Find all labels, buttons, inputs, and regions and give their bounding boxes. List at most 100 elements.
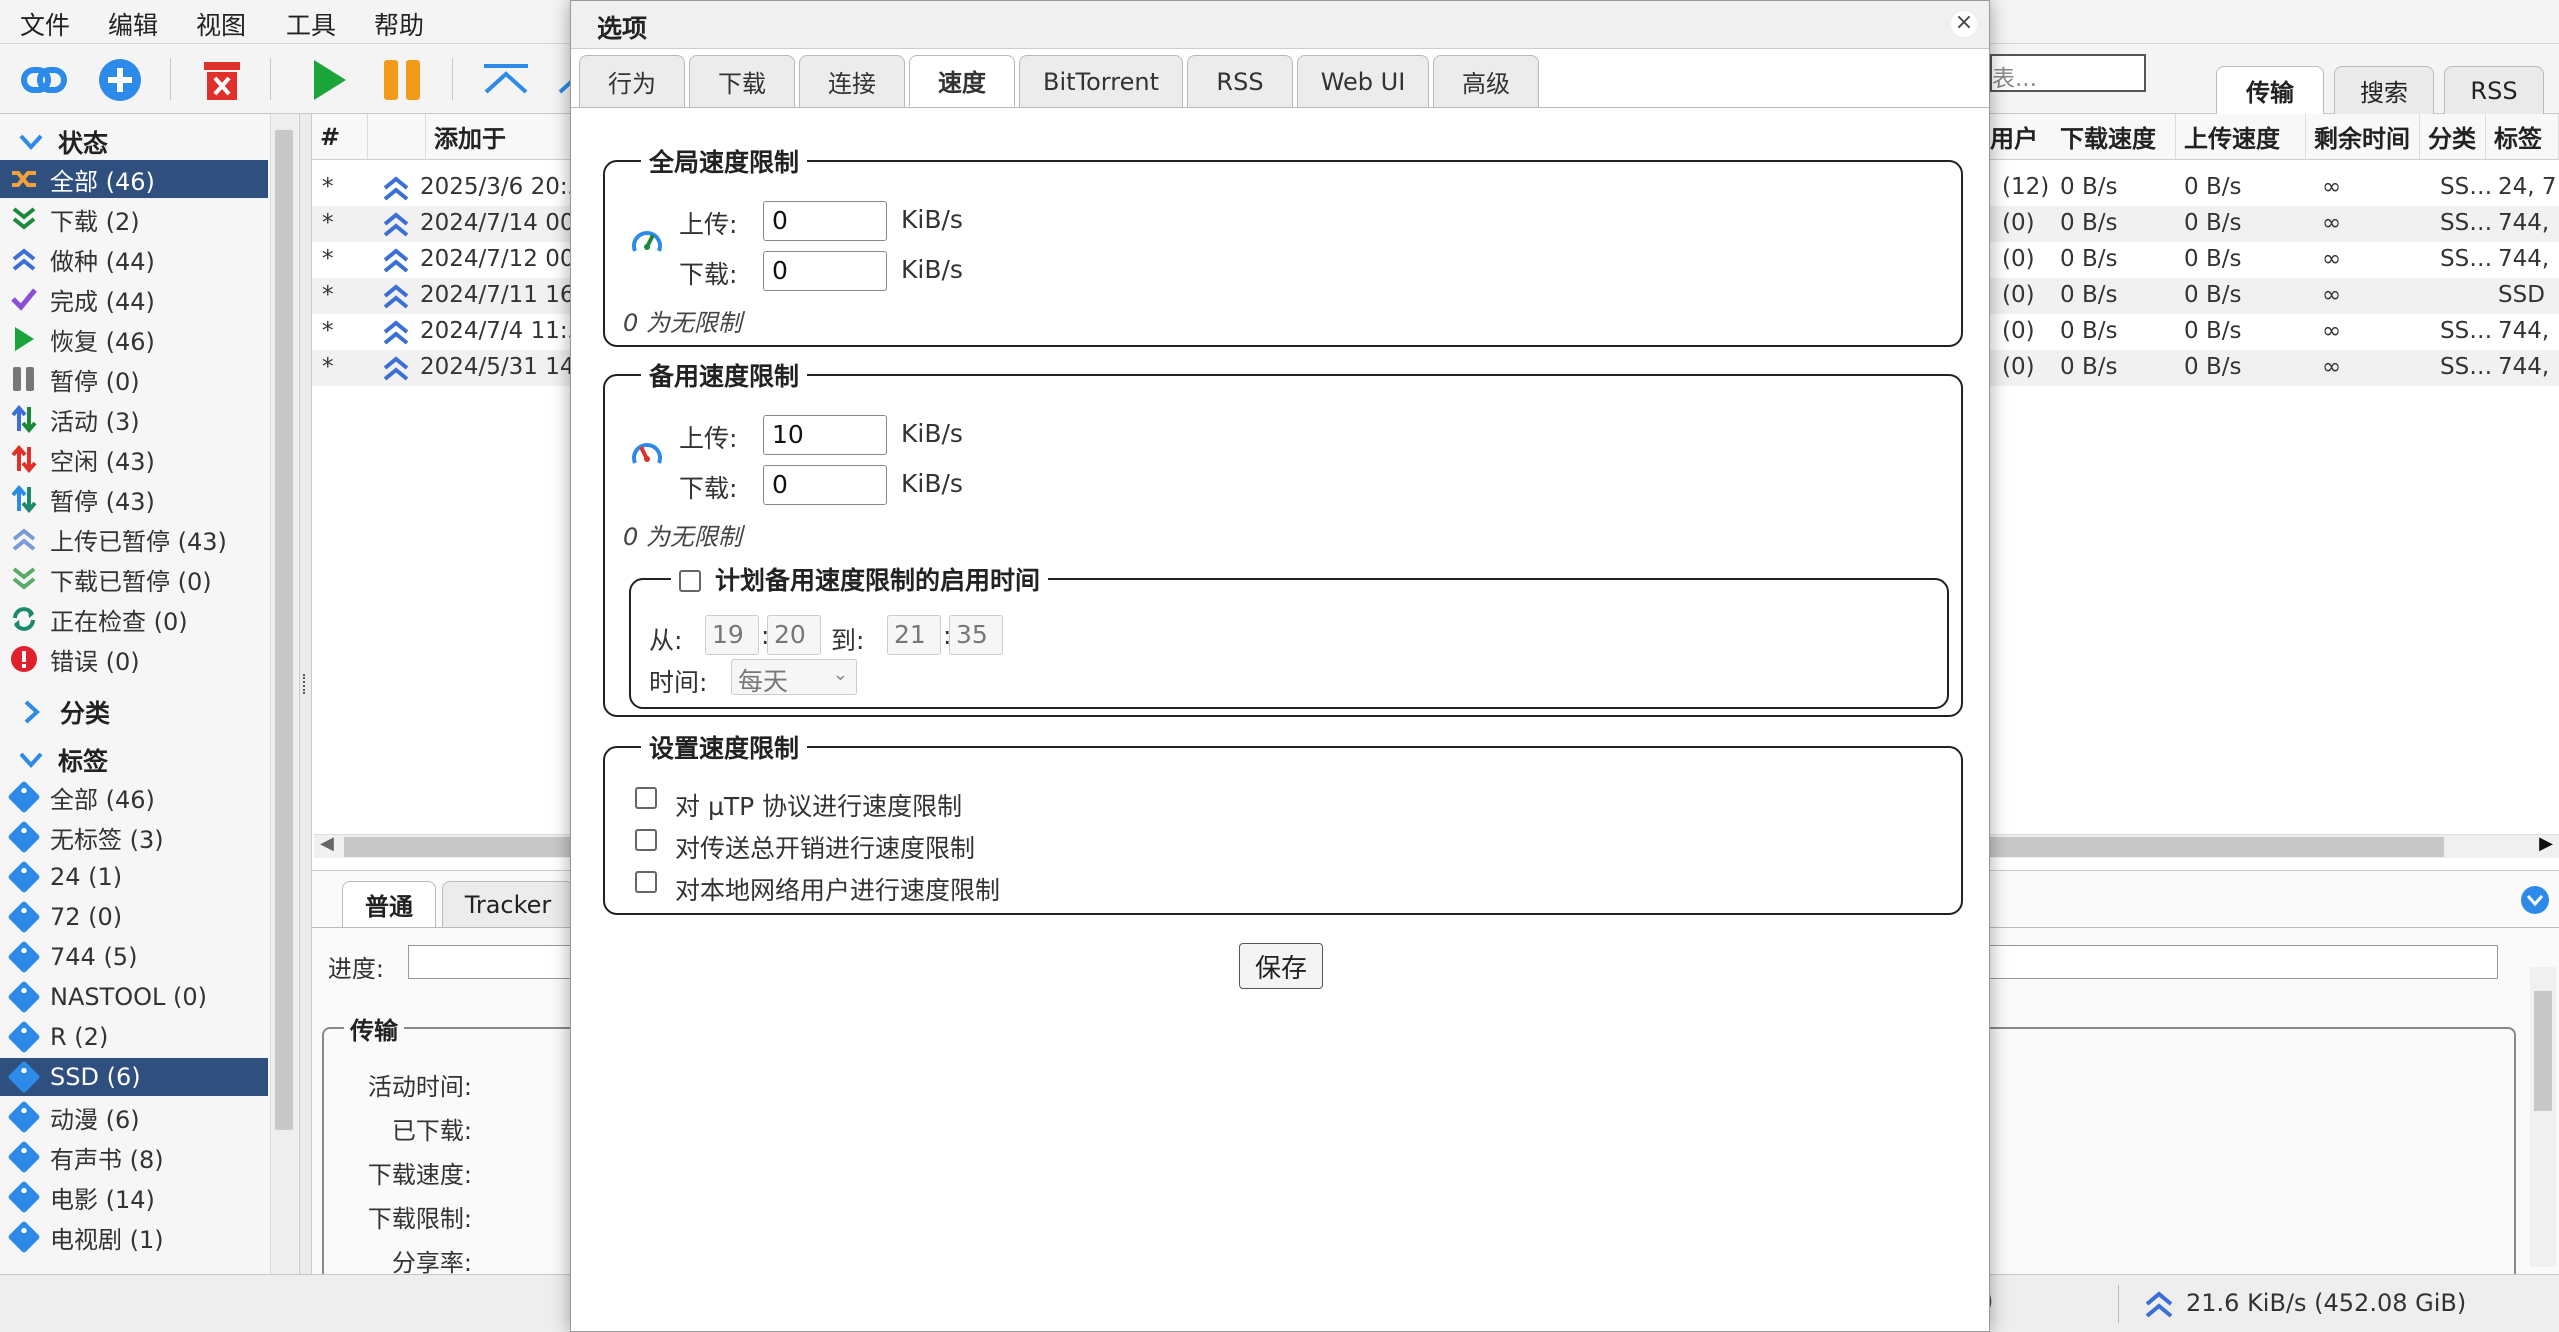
pause-icon[interactable] bbox=[378, 56, 426, 104]
error-icon bbox=[6, 644, 42, 674]
tab-rss-options[interactable]: RSS bbox=[1187, 55, 1293, 107]
tag-movie[interactable]: 电影 (14) bbox=[0, 1178, 268, 1216]
status-all[interactable]: 全部 (46) bbox=[0, 160, 268, 198]
row-added-on: 2024/7/4 11:5 bbox=[420, 318, 583, 344]
from-minute-input[interactable]: 20 bbox=[767, 615, 821, 655]
status-section-header[interactable]: 状态 bbox=[18, 124, 108, 160]
tag-icon bbox=[7, 1220, 41, 1254]
tab-advanced[interactable]: 高级 bbox=[1433, 55, 1539, 107]
tab-bittorrent[interactable]: BitTorrent bbox=[1019, 55, 1183, 107]
alt-upload-input[interactable]: 10 bbox=[763, 415, 887, 455]
tab-tracker[interactable]: Tracker bbox=[442, 881, 574, 927]
menu-view[interactable]: 视图 bbox=[196, 6, 246, 42]
tag-untagged[interactable]: 无标签 (3) bbox=[0, 818, 268, 856]
global-download-unit: KiB/s bbox=[901, 255, 963, 284]
schedule-days-select[interactable]: 每天 ⌄ bbox=[731, 659, 857, 696]
splitter[interactable] bbox=[300, 114, 312, 1274]
settings-legend: 设置速度限制 bbox=[649, 734, 800, 763]
tag-anime[interactable]: 动漫 (6) bbox=[0, 1098, 268, 1136]
schedule-from-label: 从: bbox=[649, 626, 683, 655]
tags-section-header[interactable]: 标签 bbox=[18, 742, 108, 778]
menu-file[interactable]: 文件 bbox=[20, 6, 70, 42]
row-eta: ∞ bbox=[2322, 282, 2342, 308]
search-input[interactable]: 表... bbox=[1990, 54, 2146, 92]
upload-speed-text: 21.6 KiB/s (452.08 GiB) bbox=[2186, 1289, 2467, 1317]
status-completed[interactable]: 完成 (44) bbox=[0, 280, 268, 318]
from-hour-input[interactable]: 19 bbox=[705, 615, 759, 655]
lan-limit-checkbox[interactable] bbox=[635, 871, 657, 893]
tag-all[interactable]: 全部 (46) bbox=[0, 778, 268, 816]
status-inactive[interactable]: 空闲 (43) bbox=[0, 440, 268, 478]
status-paused[interactable]: 暂停 (0) bbox=[0, 360, 268, 398]
tag-r[interactable]: R (2) bbox=[0, 1018, 268, 1056]
props-scrollbar[interactable] bbox=[2530, 967, 2556, 1267]
resume-icon[interactable] bbox=[304, 56, 352, 104]
overhead-limit-checkbox[interactable] bbox=[635, 829, 657, 851]
tab-behavior[interactable]: 行为 bbox=[579, 55, 685, 107]
global-download-input[interactable]: 0 bbox=[763, 251, 887, 291]
upload-chevrons-icon bbox=[6, 244, 42, 274]
to-hour-input[interactable]: 21 bbox=[887, 615, 941, 655]
menu-tools[interactable]: 工具 bbox=[286, 6, 336, 42]
column-added-on[interactable]: 添加于 bbox=[426, 114, 586, 160]
tag-ssd[interactable]: SSD (6) bbox=[0, 1058, 268, 1096]
play-icon bbox=[6, 324, 42, 354]
row-tags: 24, 7 bbox=[2498, 174, 2557, 200]
column-ul-speed[interactable]: 上传速度 bbox=[2176, 114, 2306, 160]
tag-audiobook[interactable]: 有声书 (8) bbox=[0, 1138, 268, 1176]
column-category[interactable]: 分类 bbox=[2420, 114, 2486, 160]
global-rate-limits: 全局速度限制 bbox=[603, 143, 1963, 347]
move-top-icon[interactable] bbox=[482, 56, 530, 104]
tag-72[interactable]: 72 (0) bbox=[0, 898, 268, 936]
tag-icon bbox=[7, 1100, 41, 1134]
status-upload-paused[interactable]: 上传已暂停 (43) bbox=[0, 520, 268, 558]
tab-rss[interactable]: RSS bbox=[2444, 66, 2544, 114]
row-eta: ∞ bbox=[2322, 174, 2342, 200]
tag-tv[interactable]: 电视剧 (1) bbox=[0, 1218, 268, 1256]
column-dl-speed[interactable]: 下载速度 bbox=[2052, 114, 2176, 160]
tab-general[interactable]: 普通 bbox=[342, 881, 436, 927]
status-downloading[interactable]: 下载 (2) bbox=[0, 200, 268, 238]
status-resumed[interactable]: 恢复 (46) bbox=[0, 320, 268, 358]
status-download-paused[interactable]: 下载已暂停 (0) bbox=[0, 560, 268, 598]
scroll-right-icon[interactable]: ▶ bbox=[2539, 833, 2553, 854]
tab-connection[interactable]: 连接 bbox=[799, 55, 905, 107]
tab-search[interactable]: 搜索 bbox=[2334, 66, 2434, 114]
status-errored[interactable]: 错误 (0) bbox=[0, 640, 268, 678]
scroll-left-icon[interactable]: ◀ bbox=[320, 833, 334, 854]
status-active[interactable]: 活动 (3) bbox=[0, 400, 268, 438]
collapse-panel-icon[interactable] bbox=[2520, 885, 2550, 915]
add-torrent-icon[interactable] bbox=[96, 56, 144, 104]
tab-speed[interactable]: 速度 bbox=[909, 55, 1015, 107]
chevron-right-icon bbox=[24, 700, 40, 724]
tag-24[interactable]: 24 (1) bbox=[0, 858, 268, 896]
tag-icon bbox=[7, 980, 41, 1014]
row-category: SS… bbox=[2440, 318, 2493, 344]
menu-help[interactable]: 帮助 bbox=[374, 6, 424, 42]
schedule-checkbox[interactable] bbox=[679, 570, 701, 592]
tab-webui[interactable]: Web UI bbox=[1297, 55, 1429, 107]
tag-nastool[interactable]: NASTOOL (0) bbox=[0, 978, 268, 1016]
upload-speed-icon bbox=[2144, 1289, 2174, 1319]
to-minute-input[interactable]: 35 bbox=[949, 615, 1003, 655]
utp-limit-checkbox[interactable] bbox=[635, 787, 657, 809]
close-icon[interactable]: × bbox=[1951, 11, 1977, 37]
tag-744[interactable]: 744 (5) bbox=[0, 938, 268, 976]
delete-icon[interactable] bbox=[198, 56, 246, 104]
status-stalled[interactable]: 暂停 (43) bbox=[0, 480, 268, 518]
tab-transfers[interactable]: 传输 bbox=[2216, 66, 2324, 114]
status-checking[interactable]: 正在检查 (0) bbox=[0, 600, 268, 638]
sidebar-scrollbar[interactable] bbox=[270, 114, 298, 1274]
column-eta[interactable]: 剩余时间 bbox=[2306, 114, 2420, 160]
status-seeding[interactable]: 做种 (44) bbox=[0, 240, 268, 278]
add-link-icon[interactable] bbox=[20, 56, 68, 104]
column-tags[interactable]: 标签 bbox=[2486, 114, 2559, 160]
tab-downloads[interactable]: 下载 bbox=[689, 55, 795, 107]
global-upload-input[interactable]: 0 bbox=[763, 201, 887, 241]
save-button[interactable]: 保存 bbox=[1239, 943, 1323, 989]
menu-edit[interactable]: 编辑 bbox=[108, 6, 158, 42]
column-number[interactable]: # bbox=[312, 114, 368, 160]
alt-download-input[interactable]: 0 bbox=[763, 465, 887, 505]
category-section-header[interactable]: 分类 bbox=[22, 694, 110, 730]
refresh-icon bbox=[6, 604, 42, 634]
